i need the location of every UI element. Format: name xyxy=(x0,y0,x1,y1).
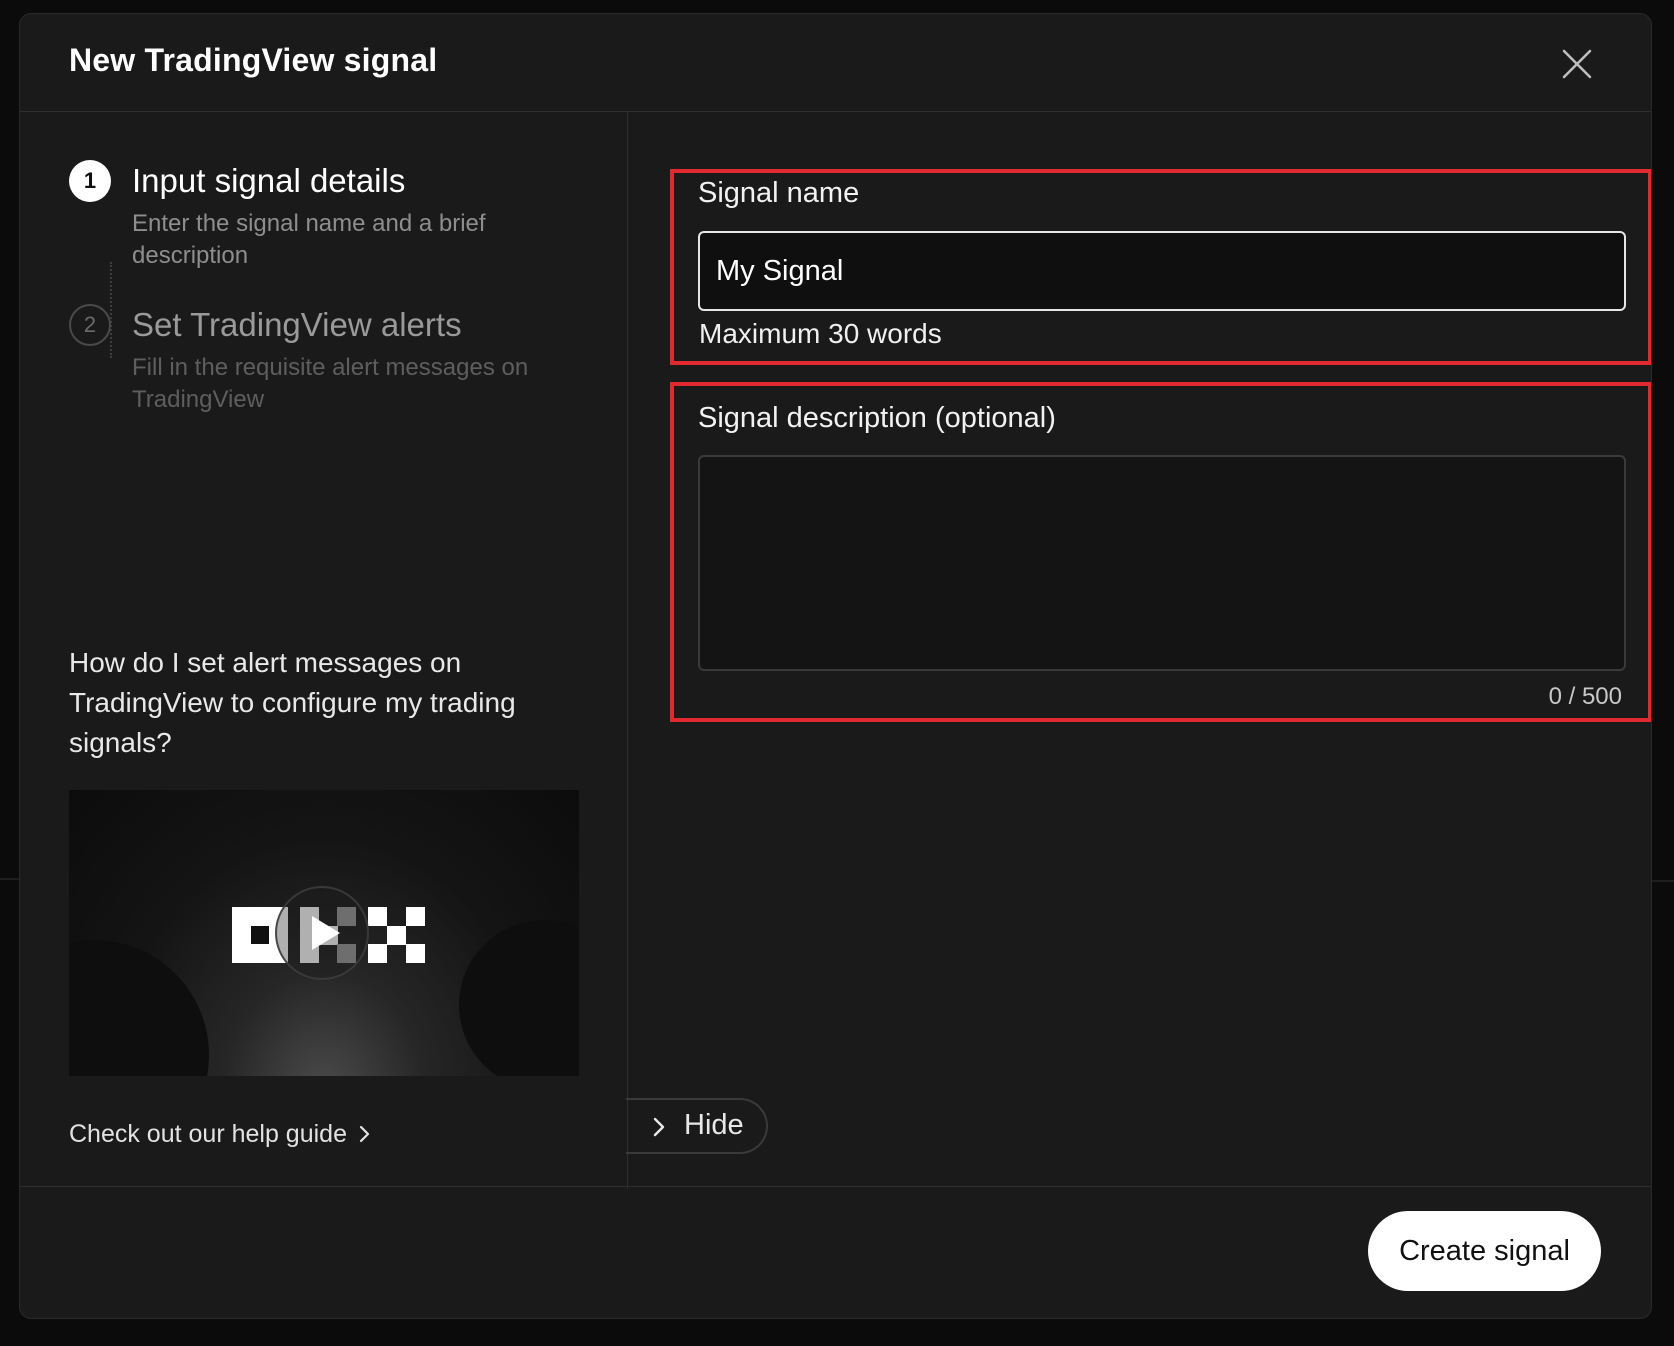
signal-description-field-group: Signal description (optional) 0 / 500 xyxy=(670,382,1651,722)
backdrop-divider xyxy=(0,878,19,880)
step-number-badge: 1 xyxy=(69,160,111,202)
chevron-right-icon xyxy=(653,1117,665,1137)
signal-form: Signal name Maximum 30 words Signal desc… xyxy=(626,112,1651,1189)
help-video-thumbnail[interactable] xyxy=(69,790,579,1076)
signal-name-label: Signal name xyxy=(698,177,860,209)
play-button[interactable] xyxy=(275,886,369,980)
step-number-badge: 2 xyxy=(69,304,111,346)
signal-name-hint: Maximum 30 words xyxy=(699,318,942,349)
new-signal-dialog: New TradingView signal 1 Input signal de… xyxy=(19,13,1652,1319)
help-guide-link-label: Check out our help guide xyxy=(69,1120,347,1148)
create-signal-button[interactable]: Create signal xyxy=(1368,1211,1601,1291)
step-title: Set TradingView alerts xyxy=(132,306,462,343)
signal-name-field-group: Signal name Maximum 30 words xyxy=(670,169,1651,365)
close-icon xyxy=(1562,49,1592,79)
steps-panel: 1 Input signal details Enter the signal … xyxy=(20,112,628,1189)
dialog-title: New TradingView signal xyxy=(69,42,438,78)
step-connector xyxy=(110,262,112,358)
video-background-shape xyxy=(459,920,579,1076)
chevron-right-icon xyxy=(359,1125,370,1143)
hide-panel-label: Hide xyxy=(684,1109,744,1141)
help-question: How do I set alert messages on TradingVi… xyxy=(69,647,516,758)
step-description: Fill in the requisite alert messages on … xyxy=(132,354,529,413)
video-background-shape xyxy=(69,940,209,1076)
dialog-footer: Create signal xyxy=(20,1186,1651,1318)
dialog-header: New TradingView signal xyxy=(20,14,1651,112)
help-guide-link[interactable]: Check out our help guide xyxy=(69,1120,372,1149)
step-title: Input signal details xyxy=(132,162,406,199)
play-icon xyxy=(312,916,340,950)
backdrop-divider xyxy=(1652,880,1674,882)
character-counter: 0 / 500 xyxy=(1548,683,1622,710)
hide-panel-button[interactable]: Hide xyxy=(626,1098,768,1154)
step-description: Enter the signal name and a brief descri… xyxy=(132,210,486,269)
signal-description-textarea[interactable] xyxy=(698,455,1626,671)
signal-name-input[interactable] xyxy=(698,231,1626,311)
signal-description-label: Signal description (optional) xyxy=(698,402,1056,434)
close-button[interactable] xyxy=(1559,46,1595,82)
